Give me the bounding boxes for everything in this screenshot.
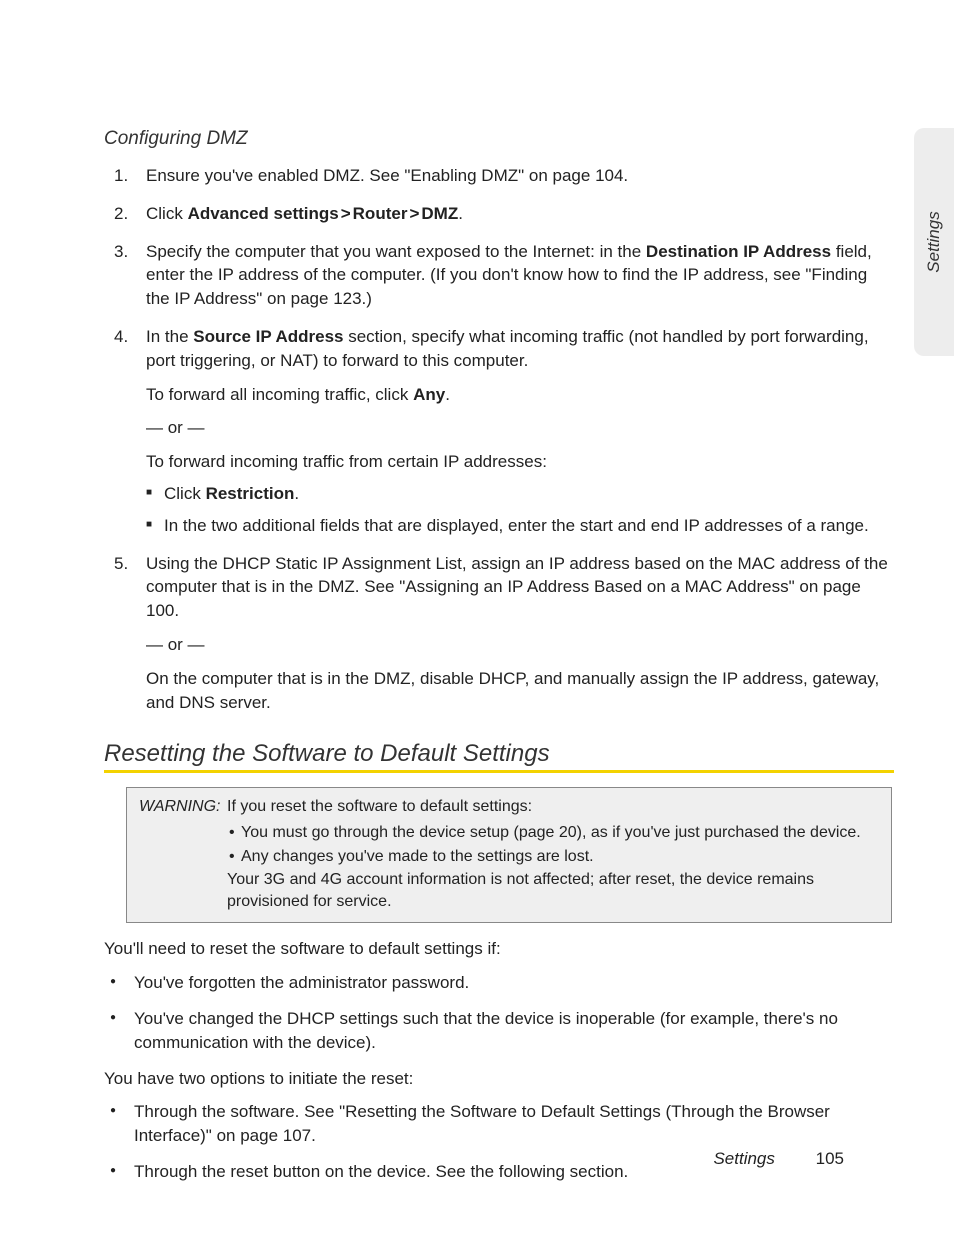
text: Click xyxy=(146,204,188,223)
warning-intro: If you reset the software to default set… xyxy=(227,796,879,818)
paragraph: You have two options to initiate the res… xyxy=(104,1067,894,1091)
or-separator: — or — xyxy=(146,633,894,657)
text: . xyxy=(458,204,463,223)
footer-page-number: 105 xyxy=(816,1149,844,1168)
sub-paragraph: To forward incoming traffic from certain… xyxy=(146,450,894,474)
step-3: 3. Specify the computer that you want ex… xyxy=(104,240,894,311)
bullet-item: You've forgotten the administrator passw… xyxy=(110,971,894,995)
step-4: 4. In the Source IP Address section, spe… xyxy=(104,325,894,538)
warning-body: If you reset the software to default set… xyxy=(227,796,879,912)
step-text: In the Source IP Address section, specif… xyxy=(146,327,869,370)
section-rule xyxy=(104,770,894,773)
page-content: Configuring DMZ 1. Ensure you've enabled… xyxy=(104,128,894,1196)
step-number: 1. xyxy=(114,164,128,188)
text: To forward all incoming traffic, click xyxy=(146,385,413,404)
bold-source-ip: Source IP Address xyxy=(193,327,343,346)
bold-any: Any xyxy=(413,385,445,404)
step-text: Specify the computer that you want expos… xyxy=(146,242,872,309)
paragraph: You'll need to reset the software to def… xyxy=(104,937,894,961)
bold-router: Router xyxy=(353,204,408,223)
or-separator: — or — xyxy=(146,416,894,440)
bullet-item: Through the software. See "Resetting the… xyxy=(110,1100,894,1148)
subheading-configuring-dmz: Configuring DMZ xyxy=(104,128,894,150)
sub-bullet: In the two additional fields that are di… xyxy=(146,514,894,538)
footer-section: Settings xyxy=(713,1149,774,1168)
step-number: 4. xyxy=(114,325,128,349)
chevron-right-icon: > xyxy=(339,204,353,223)
sub-paragraph: To forward all incoming traffic, click A… xyxy=(146,383,894,407)
sub-paragraph: On the computer that is in the DMZ, disa… xyxy=(146,667,894,715)
warning-box: WARNING: If you reset the software to de… xyxy=(126,787,892,923)
warning-label: WARNING: xyxy=(139,796,227,912)
step-number: 5. xyxy=(114,552,128,576)
step-number: 3. xyxy=(114,240,128,264)
warning-bullet: Any changes you've made to the settings … xyxy=(227,846,879,868)
sub-bullet-list: Click Restriction. In the two additional… xyxy=(146,482,894,538)
side-tab-label: Settings xyxy=(924,211,944,272)
text: Specify the computer that you want expos… xyxy=(146,242,646,261)
bold-dmz: DMZ xyxy=(421,204,458,223)
side-tab: Settings xyxy=(914,128,954,356)
text: Click xyxy=(164,484,206,503)
step-1: 1. Ensure you've enabled DMZ. See "Enabl… xyxy=(104,164,894,188)
steps-list: 1. Ensure you've enabled DMZ. See "Enabl… xyxy=(104,164,894,714)
text: . xyxy=(294,484,299,503)
bold-destination-ip: Destination IP Address xyxy=(646,242,831,261)
bullet-list: You've forgotten the administrator passw… xyxy=(104,971,894,1054)
step-5: 5. Using the DHCP Static IP Assignment L… xyxy=(104,552,894,715)
page-footer: Settings 105 xyxy=(0,1149,954,1169)
chevron-right-icon: > xyxy=(407,204,421,223)
warning-note: Your 3G and 4G account information is no… xyxy=(227,869,879,912)
text: In the xyxy=(146,327,193,346)
step-text: Using the DHCP Static IP Assignment List… xyxy=(146,554,888,621)
bullet-list: Through the software. See "Resetting the… xyxy=(104,1100,894,1183)
sub-bullet: Click Restriction. xyxy=(146,482,894,506)
section-heading-resetting: Resetting the Software to Default Settin… xyxy=(104,740,894,768)
step-text: Ensure you've enabled DMZ. See "Enabling… xyxy=(146,166,628,185)
bold-restriction: Restriction xyxy=(206,484,295,503)
warning-bullet: You must go through the device setup (pa… xyxy=(227,822,879,844)
text: . xyxy=(445,385,450,404)
bullet-item: You've changed the DHCP settings such th… xyxy=(110,1007,894,1055)
step-2: 2. Click Advanced settings>Router>DMZ. xyxy=(104,202,894,226)
step-text: Click Advanced settings>Router>DMZ. xyxy=(146,204,463,223)
step-number: 2. xyxy=(114,202,128,226)
bold-advanced-settings: Advanced settings xyxy=(188,204,339,223)
